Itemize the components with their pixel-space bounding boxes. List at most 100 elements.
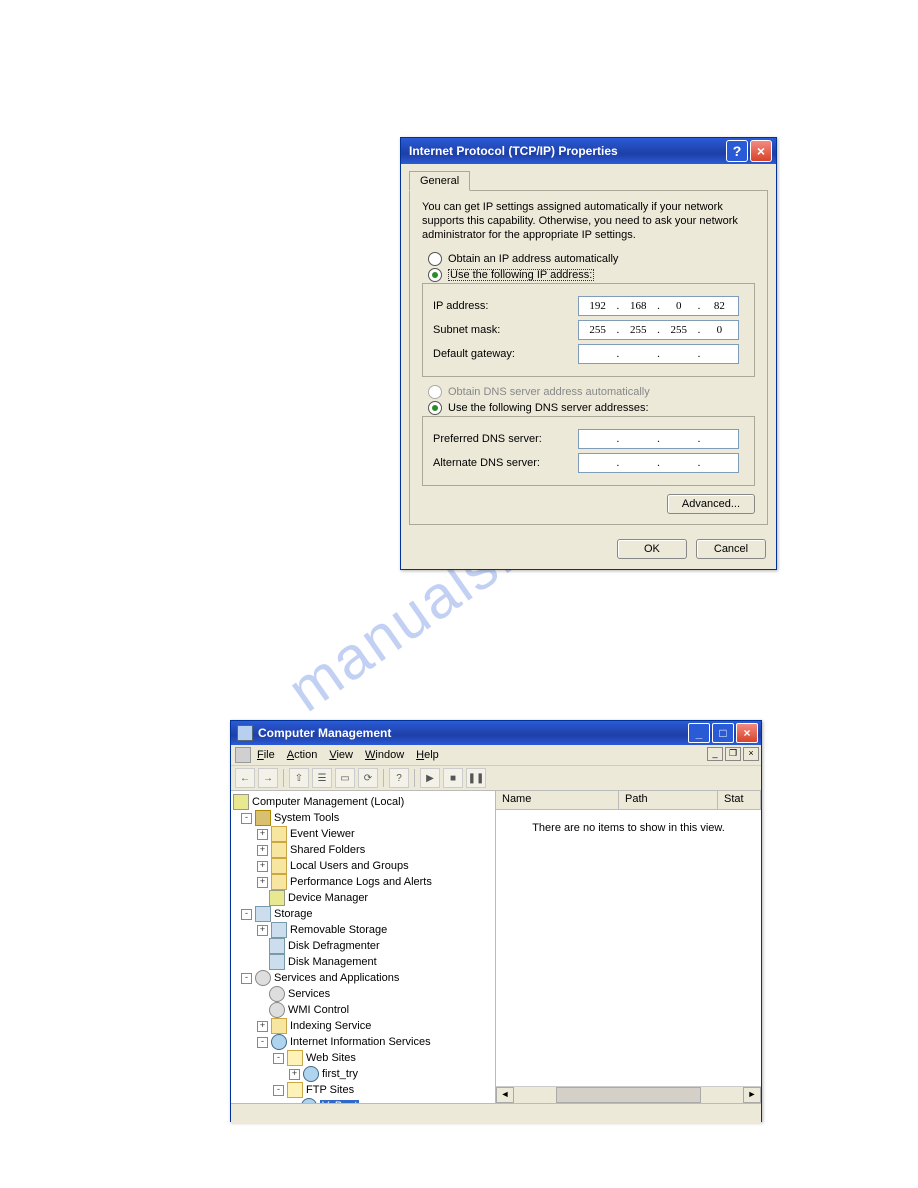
tree-wmi[interactable]: WMI Control xyxy=(233,1002,493,1018)
toolbar: ← → ⇧ ☰ ▭ ⟳ ? ▶ ■ ❚❚ xyxy=(231,766,761,791)
radio-static-ip[interactable]: Use the following IP address: xyxy=(428,268,755,282)
tree-event-viewer[interactable]: +Event Viewer xyxy=(233,826,493,842)
tcpip-titlebar[interactable]: Internet Protocol (TCP/IP) Properties ? … xyxy=(401,138,776,164)
mdi-minimize[interactable]: _ xyxy=(707,747,723,761)
export-button[interactable]: ▭ xyxy=(335,768,355,788)
expand-icon[interactable]: + xyxy=(257,845,268,856)
collapse-icon[interactable]: - xyxy=(273,1053,284,1064)
ok-button[interactable]: OK xyxy=(617,539,687,559)
expand-icon[interactable]: + xyxy=(257,861,268,872)
tree-root[interactable]: Computer Management (Local) xyxy=(233,794,493,810)
cancel-button[interactable]: Cancel xyxy=(696,539,766,559)
advanced-button[interactable]: Advanced... xyxy=(667,494,755,514)
folder-icon xyxy=(271,842,287,858)
sm-oct4[interactable]: 0 xyxy=(704,324,734,336)
close-button[interactable]: × xyxy=(750,140,772,162)
radio-static-dns[interactable]: Use the following DNS server addresses: xyxy=(428,401,755,415)
menu-view[interactable]: View xyxy=(329,749,353,761)
maximize-button[interactable]: □ xyxy=(712,723,734,743)
stop-button[interactable]: ■ xyxy=(443,768,463,788)
collapse-icon[interactable]: - xyxy=(241,909,252,920)
sm-oct2[interactable]: 255 xyxy=(623,324,653,336)
radio-label: Obtain an IP address automatically xyxy=(448,253,618,265)
scroll-right-icon[interactable]: ► xyxy=(743,1087,761,1103)
menu-action[interactable]: Action xyxy=(287,749,318,761)
sm-oct3[interactable]: 255 xyxy=(664,324,694,336)
tree-system-tools[interactable]: -System Tools xyxy=(233,810,493,826)
folder-open-icon xyxy=(287,1050,303,1066)
tree-defrag[interactable]: Disk Defragmenter xyxy=(233,938,493,954)
collapse-icon[interactable]: - xyxy=(241,813,252,824)
tree-services[interactable]: Services xyxy=(233,986,493,1002)
collapse-icon[interactable]: - xyxy=(273,1085,284,1096)
minimize-button[interactable]: _ xyxy=(688,723,710,743)
gateway-input[interactable]: ... xyxy=(578,344,739,364)
close-button[interactable]: × xyxy=(736,723,758,743)
tree-local-users[interactable]: +Local Users and Groups xyxy=(233,858,493,874)
drive-icon xyxy=(271,922,287,938)
tree-first-try[interactable]: +first_try xyxy=(233,1066,493,1082)
collapse-icon[interactable]: - xyxy=(241,973,252,984)
tree-websites[interactable]: -Web Sites xyxy=(233,1050,493,1066)
tree-shared-folders[interactable]: +Shared Folders xyxy=(233,842,493,858)
col-status[interactable]: Stat xyxy=(718,791,761,809)
tree-iis[interactable]: -Internet Information Services xyxy=(233,1034,493,1050)
pause-button[interactable]: ❚❚ xyxy=(466,768,486,788)
mdi-buttons: _ ❐ × xyxy=(705,747,759,761)
tree-removable[interactable]: +Removable Storage xyxy=(233,922,493,938)
menu-bar: FFileile Action View Window Help _ ❐ × xyxy=(231,745,761,766)
doc-icon xyxy=(235,747,251,763)
tree-diskmgmt[interactable]: Disk Management xyxy=(233,954,493,970)
menu-file[interactable]: FFileile xyxy=(257,749,275,761)
expand-icon[interactable]: + xyxy=(257,829,268,840)
cm-titlebar[interactable]: Computer Management _ □ × xyxy=(231,721,761,745)
gear-icon xyxy=(255,970,271,986)
col-name[interactable]: Name xyxy=(496,791,619,809)
disk-icon xyxy=(269,954,285,970)
ip-oct3[interactable]: 0 xyxy=(664,300,694,312)
status-bar xyxy=(231,1103,761,1124)
ip-address-input[interactable]: 192. 168. 0. 82 xyxy=(578,296,739,316)
tree-storage[interactable]: -Storage xyxy=(233,906,493,922)
ip-oct2[interactable]: 168 xyxy=(623,300,653,312)
expand-icon[interactable]: + xyxy=(289,1069,300,1080)
properties-button[interactable]: ☰ xyxy=(312,768,332,788)
col-path[interactable]: Path xyxy=(619,791,718,809)
help-button[interactable]: ? xyxy=(389,768,409,788)
scroll-thumb[interactable] xyxy=(556,1087,701,1103)
storage-icon xyxy=(255,906,271,922)
up-button[interactable]: ⇧ xyxy=(289,768,309,788)
pref-dns-input[interactable]: ... xyxy=(578,429,739,449)
back-button[interactable]: ← xyxy=(235,768,255,788)
ip-oct4[interactable]: 82 xyxy=(704,300,734,312)
menu-window[interactable]: Window xyxy=(365,749,404,761)
refresh-button[interactable]: ⟳ xyxy=(358,768,378,788)
alt-dns-input[interactable]: ... xyxy=(578,453,739,473)
tree-pane[interactable]: Computer Management (Local) -System Tool… xyxy=(231,791,496,1103)
help-button[interactable]: ? xyxy=(726,140,748,162)
forward-button[interactable]: → xyxy=(258,768,278,788)
tree-ftpsites[interactable]: -FTP Sites xyxy=(233,1082,493,1098)
tab-general[interactable]: General xyxy=(409,171,470,191)
iis-icon xyxy=(271,1034,287,1050)
sm-oct1[interactable]: 255 xyxy=(583,324,613,336)
subnet-mask-input[interactable]: 255. 255. 255. 0 xyxy=(578,320,739,340)
horizontal-scrollbar[interactable]: ◄ ► xyxy=(496,1086,761,1103)
ip-oct1[interactable]: 192 xyxy=(583,300,613,312)
menu-help[interactable]: Help xyxy=(416,749,439,761)
expand-icon[interactable]: + xyxy=(257,877,268,888)
tree-perf-logs[interactable]: +Performance Logs and Alerts xyxy=(233,874,493,890)
expand-icon[interactable]: + xyxy=(257,925,268,936)
expand-icon[interactable]: + xyxy=(257,1021,268,1032)
mdi-close[interactable]: × xyxy=(743,747,759,761)
play-button[interactable]: ▶ xyxy=(420,768,440,788)
collapse-icon[interactable]: - xyxy=(257,1037,268,1048)
list-header: Name Path Stat xyxy=(496,791,761,810)
tree-indexing[interactable]: +Indexing Service xyxy=(233,1018,493,1034)
tree-services-apps[interactable]: -Services and Applications xyxy=(233,970,493,986)
tree-vxboot[interactable]: VxBoot xyxy=(233,1098,493,1103)
radio-auto-ip[interactable]: Obtain an IP address automatically xyxy=(428,252,755,266)
mdi-restore[interactable]: ❐ xyxy=(725,747,741,761)
tree-device-manager[interactable]: Device Manager xyxy=(233,890,493,906)
scroll-left-icon[interactable]: ◄ xyxy=(496,1087,514,1103)
